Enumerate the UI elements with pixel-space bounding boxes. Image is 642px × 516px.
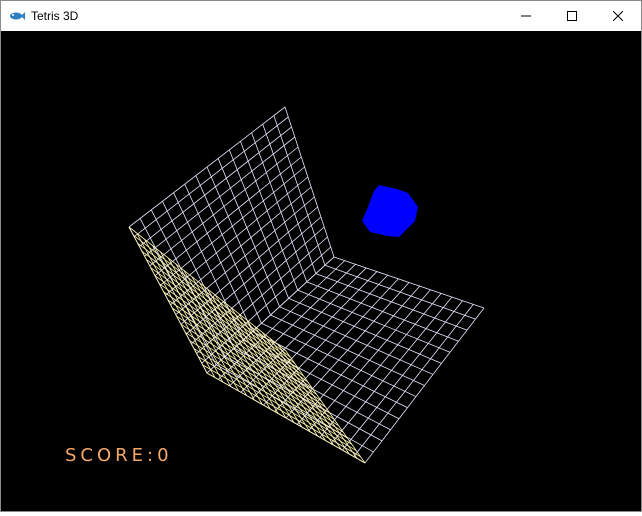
grid-line [149,146,299,267]
grid-line [154,156,302,276]
score-label: SCORE:0 [65,445,173,466]
minimize-icon [521,15,531,17]
grid-line [152,245,232,387]
grid-line [240,141,299,291]
game-viewport[interactable]: SCORE:0 [1,31,641,511]
window-controls [503,1,641,31]
grid-line [144,239,224,383]
grid-line [284,106,335,258]
grid-line [297,289,451,353]
grid-line [139,126,292,247]
grid-line [128,106,286,228]
grid-line [288,298,442,364]
close-icon [613,11,623,21]
grid-line [306,281,459,342]
grid-line [133,116,289,238]
grid-line [238,313,318,437]
grid-line [315,273,468,331]
title-bar[interactable]: Tetris 3D [1,1,641,31]
minimize-button[interactable] [503,1,549,31]
game-scene [128,106,485,464]
back-wall-grid [128,106,335,374]
fish-app-icon [9,8,25,24]
app-window: Tetris 3D SCORE:0 [0,0,642,512]
grid-line [333,256,485,309]
close-button[interactable] [595,1,641,31]
maximize-button[interactable] [549,1,595,31]
falling-piece [362,185,418,237]
grid-line [144,136,296,257]
window-title: Tetris 3D [31,9,79,23]
grid-line [262,124,317,274]
grid-line [273,115,326,266]
floor-grid [206,256,485,464]
grid-line [324,264,476,320]
grid-line [183,270,263,405]
maximize-icon [567,11,577,21]
grid-line [277,344,358,459]
grid-line [206,166,271,316]
